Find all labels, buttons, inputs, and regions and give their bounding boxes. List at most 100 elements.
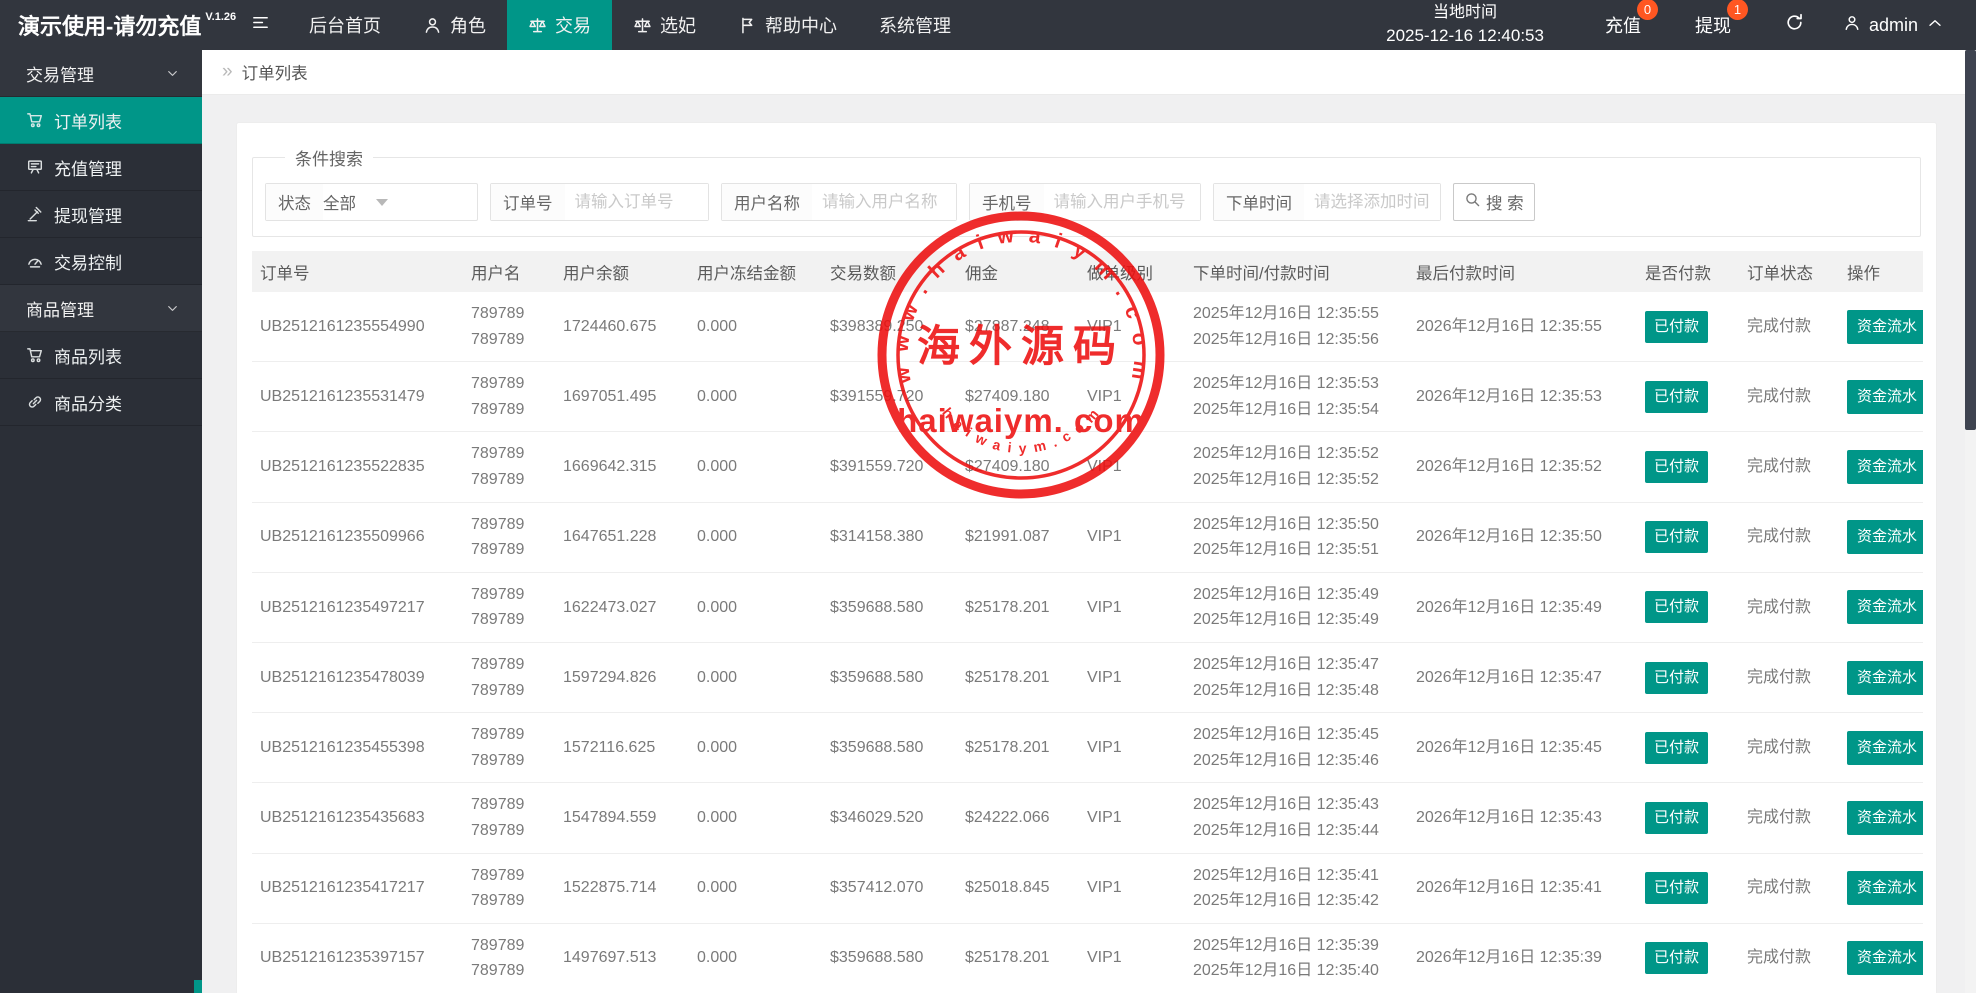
- status-cell: 完成付款: [1739, 642, 1839, 712]
- fund-flow-button[interactable]: 资金流水: [1847, 731, 1923, 765]
- sidebar-item-label: 商品分类: [54, 390, 122, 415]
- user-menu[interactable]: admin: [1843, 14, 1944, 37]
- order-time-cell: 2025年12月16日 12:35:392025年12月16日 12:35:40: [1185, 923, 1408, 993]
- column-header: 下单时间/付款时间: [1185, 251, 1408, 292]
- paid-cell: 已付款: [1637, 853, 1739, 923]
- search-form: 状态 全部 订单号 用户名称: [265, 183, 1910, 221]
- commission-cell: $27409.180: [957, 362, 1079, 432]
- menu-toggle-button[interactable]: [232, 0, 288, 50]
- sidebar-item[interactable]: 订单列表: [0, 97, 202, 144]
- user-name-cell: 789789789789: [463, 362, 555, 432]
- page-scrollbar-thumb[interactable]: [1965, 50, 1976, 430]
- table-row: UB25121612355549907897897897891724460.67…: [252, 292, 1923, 362]
- status-cell: 完成付款: [1739, 572, 1839, 642]
- paid-badge: 已付款: [1645, 872, 1708, 904]
- user-icon: [423, 16, 442, 35]
- balance-cell: 1697051.495: [555, 362, 689, 432]
- recharge-link[interactable]: 充值 0: [1605, 12, 1641, 38]
- order-time-cell: 2025年12月16日 12:35:532025年12月16日 12:35:54: [1185, 362, 1408, 432]
- fund-flow-button[interactable]: 资金流水: [1847, 871, 1923, 905]
- app-version: V.1.26: [205, 11, 236, 23]
- fund-flow-button[interactable]: 资金流水: [1847, 520, 1923, 554]
- scales-icon: [528, 16, 547, 35]
- nav-item-label: 帮助中心: [765, 12, 837, 38]
- fund-flow-button[interactable]: 资金流水: [1847, 801, 1923, 835]
- action-cell: 资金流水: [1839, 923, 1923, 993]
- user-name-cell: 789789789789: [463, 853, 555, 923]
- main-area: » 订单列表 条件搜索 状态 全部: [202, 50, 1976, 993]
- order-no-cell: UB2512161235531479: [252, 362, 463, 432]
- table-row: UB25121612354356837897897897891547894.55…: [252, 783, 1923, 853]
- sidebar-item[interactable]: 商品列表: [0, 332, 202, 379]
- phone-input[interactable]: [1044, 184, 1201, 220]
- amount-cell: $391559.720: [822, 432, 957, 502]
- paid-badge: 已付款: [1645, 802, 1708, 834]
- status-select[interactable]: 状态 全部: [265, 183, 478, 221]
- amount-cell: $359688.580: [822, 642, 957, 712]
- user-name-group: 用户名称: [721, 183, 957, 221]
- fund-flow-button[interactable]: 资金流水: [1847, 590, 1923, 624]
- sidebar-group-title[interactable]: 交易管理: [0, 50, 202, 97]
- nav-item[interactable]: 后台首页: [288, 0, 402, 50]
- user-name-label: admin: [1869, 15, 1918, 36]
- nav-item[interactable]: 帮助中心: [717, 0, 858, 50]
- order-time-cell: 2025年12月16日 12:35:552025年12月16日 12:35:56: [1185, 292, 1408, 362]
- nav-item[interactable]: 系统管理: [858, 0, 972, 50]
- column-header: 做单级别: [1079, 251, 1185, 292]
- balance-cell: 1522875.714: [555, 853, 689, 923]
- order-no-input[interactable]: [565, 184, 709, 220]
- page-scrollbar-track[interactable]: [1965, 50, 1976, 993]
- sidebar-item[interactable]: 交易控制: [0, 238, 202, 285]
- action-cell: 资金流水: [1839, 572, 1923, 642]
- balance-cell: 1647651.228: [555, 502, 689, 572]
- nav-item[interactable]: 角色: [402, 0, 507, 50]
- user-icon: [1843, 14, 1861, 37]
- status-cell: 完成付款: [1739, 502, 1839, 572]
- sidebar-item[interactable]: 充值管理: [0, 144, 202, 191]
- status-cell: 完成付款: [1739, 923, 1839, 993]
- amount-cell: $359688.580: [822, 713, 957, 783]
- recharge-label: 充值: [1605, 16, 1641, 36]
- order-time-cell: 2025年12月16日 12:35:412025年12月16日 12:35:42: [1185, 853, 1408, 923]
- chevron-down-icon: [376, 199, 388, 206]
- paid-cell: 已付款: [1637, 362, 1739, 432]
- level-cell: VIP1: [1079, 502, 1185, 572]
- balance-cell: 1497697.513: [555, 923, 689, 993]
- paid-badge: 已付款: [1645, 662, 1708, 694]
- search-button[interactable]: 搜 索: [1453, 183, 1535, 221]
- paid-badge: 已付款: [1645, 732, 1708, 764]
- table-row: UB25121612354172177897897897891522875.71…: [252, 853, 1923, 923]
- order-no-cell: UB2512161235509966: [252, 502, 463, 572]
- fund-flow-button[interactable]: 资金流水: [1847, 380, 1923, 414]
- commission-cell: $27409.180: [957, 432, 1079, 502]
- fund-flow-button[interactable]: 资金流水: [1847, 450, 1923, 484]
- commission-cell: $27887.248: [957, 292, 1079, 362]
- level-cell: VIP1: [1079, 853, 1185, 923]
- nav-item[interactable]: 交易: [507, 0, 612, 50]
- paid-badge: 已付款: [1645, 451, 1708, 483]
- order-time-input[interactable]: [1304, 184, 1440, 220]
- withdraw-link[interactable]: 提现 1: [1695, 12, 1731, 38]
- table-row: UB25121612354972177897897897891622473.02…: [252, 572, 1923, 642]
- frozen-cell: 0.000: [689, 572, 822, 642]
- user-name-cell: 789789789789: [463, 572, 555, 642]
- caret-up-icon: [1926, 14, 1944, 37]
- frozen-cell: 0.000: [689, 502, 822, 572]
- action-cell: 资金流水: [1839, 292, 1923, 362]
- level-cell: VIP1: [1079, 642, 1185, 712]
- user-name-input[interactable]: [812, 184, 956, 220]
- user-name-cell: 789789789789: [463, 502, 555, 572]
- table-row: UB25121612355228357897897897891669642.31…: [252, 432, 1923, 502]
- nav-item[interactable]: 选妃: [612, 0, 717, 50]
- sidebar-item[interactable]: 商品分类: [0, 379, 202, 426]
- status-cell: 完成付款: [1739, 432, 1839, 502]
- refresh-button[interactable]: [1784, 12, 1805, 38]
- top-nav: 后台首页角色交易选妃 帮助中心系统管理: [288, 0, 972, 50]
- sidebar-scrollbar-thumb[interactable]: [194, 980, 202, 993]
- sidebar-item[interactable]: 提现管理: [0, 191, 202, 238]
- fund-flow-button[interactable]: 资金流水: [1847, 941, 1923, 975]
- sidebar-group-title[interactable]: 商品管理: [0, 285, 202, 332]
- fund-flow-button[interactable]: 资金流水: [1847, 661, 1923, 695]
- fund-flow-button[interactable]: 资金流水: [1847, 310, 1923, 344]
- order-no-group: 订单号: [490, 183, 709, 221]
